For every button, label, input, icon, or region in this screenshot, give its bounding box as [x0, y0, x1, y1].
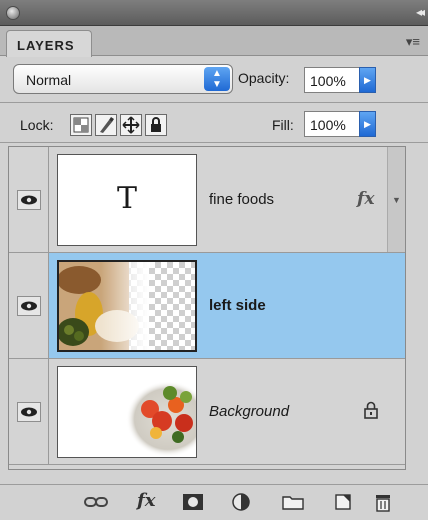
close-icon[interactable] — [6, 6, 20, 20]
updown-arrow-icon[interactable]: ▲ ▼ — [204, 67, 230, 91]
fill-field[interactable]: 100% — [304, 111, 360, 137]
opacity-slider-arrow-icon[interactable]: ▶ — [359, 67, 376, 93]
type-layer-glyph: T — [116, 181, 137, 216]
lock-position-icon[interactable] — [120, 114, 142, 136]
adjustment-icon[interactable] — [232, 493, 254, 513]
layers-toolbar: fx — [0, 484, 428, 520]
layer-row-fine-foods[interactable]: T fine foods fx ▼ — [9, 147, 405, 253]
layer-row-background[interactable]: Background — [9, 359, 405, 465]
panel-menu-icon[interactable]: ▾≡ — [406, 34, 420, 50]
chevron-down-icon[interactable]: ▼ — [392, 195, 401, 205]
layer-name[interactable]: left side — [209, 297, 266, 314]
eye-icon[interactable] — [17, 296, 41, 316]
lock-icon — [363, 401, 379, 424]
layer-row-left-side[interactable]: left side — [9, 253, 405, 359]
layer-name[interactable]: fine foods — [209, 191, 274, 208]
blend-mode-select[interactable]: Normal ▲ ▼ — [13, 64, 233, 94]
layer-thumbnail[interactable] — [57, 366, 210, 458]
lock-label: Lock: — [20, 117, 54, 133]
visibility-column — [9, 147, 49, 252]
layers-list: T fine foods fx ▼ left side Background — [8, 146, 406, 470]
fx-icon[interactable]: fx — [137, 490, 155, 511]
layer-name[interactable]: Background — [209, 403, 289, 420]
mask-icon[interactable] — [182, 493, 204, 513]
folder-icon[interactable] — [282, 493, 304, 513]
link-icon[interactable] — [84, 493, 108, 513]
lock-transparency-icon[interactable] — [70, 114, 92, 136]
panel-titlebar: ◂◂ — [0, 0, 428, 26]
fill-slider-arrow-icon[interactable]: ▶ — [359, 111, 376, 137]
opacity-field[interactable]: 100% — [304, 67, 360, 93]
divider — [0, 142, 428, 143]
lock-pixels-icon[interactable] — [95, 114, 117, 136]
fx-icon[interactable]: fx — [357, 189, 374, 209]
eye-icon[interactable] — [17, 190, 41, 210]
eye-icon[interactable] — [17, 402, 41, 422]
divider — [0, 102, 428, 103]
new-layer-icon[interactable] — [333, 493, 353, 513]
layer-thumbnail[interactable] — [57, 260, 197, 352]
visibility-column — [9, 359, 49, 464]
tab-layers[interactable]: LAYERS — [6, 30, 92, 57]
tab-strip: LAYERS ▾≡ — [0, 26, 428, 57]
trash-icon[interactable] — [374, 493, 392, 513]
blend-mode-value: Normal — [26, 72, 72, 88]
visibility-column — [9, 253, 49, 358]
layer-thumbnail[interactable]: T — [57, 154, 197, 246]
fill-label: Fill: — [272, 117, 294, 133]
opacity-label: Opacity: — [238, 70, 290, 86]
collapse-icon[interactable]: ◂◂ — [416, 5, 425, 19]
scrollbar[interactable]: ▼ — [387, 147, 405, 252]
lock-all-icon[interactable] — [145, 114, 167, 136]
